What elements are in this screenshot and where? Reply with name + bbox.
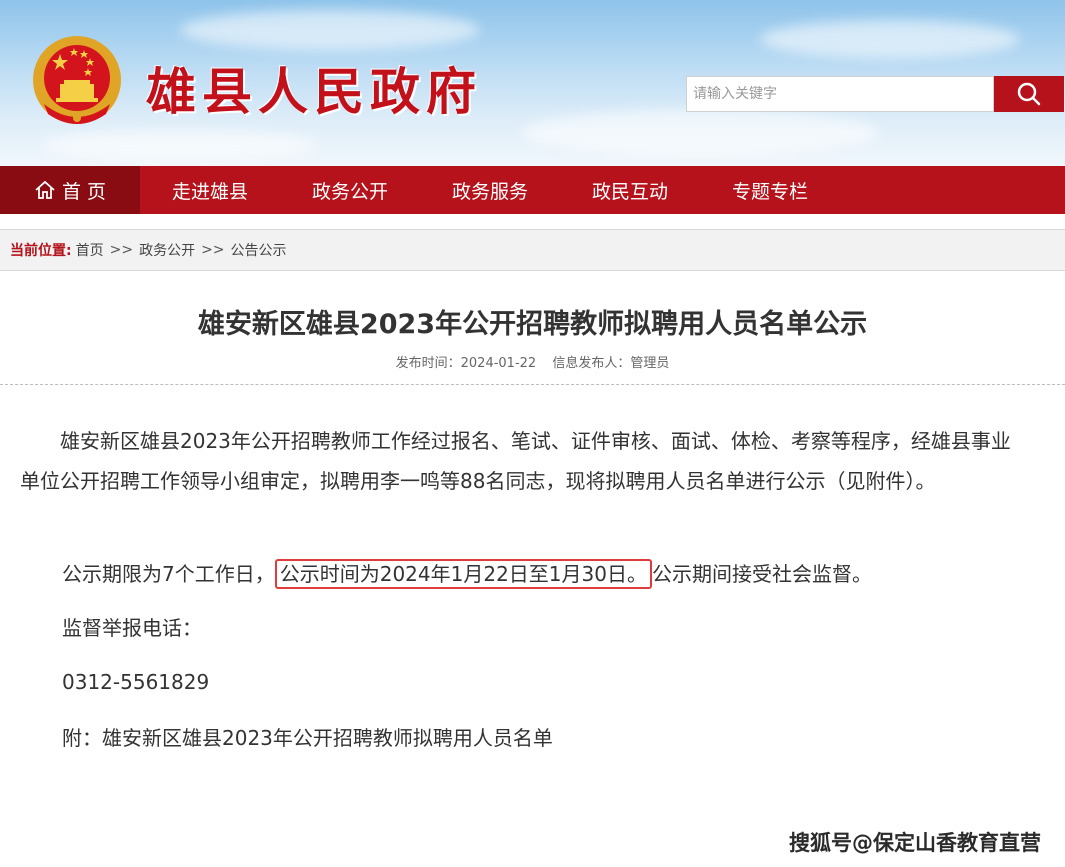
article-title: 雄安新区雄县2023年公开招聘教师拟聘用人员名单公示	[197, 309, 868, 340]
paragraph-text: 公示期间接受社会监督。	[651, 562, 872, 586]
paragraph-text: 雄安新区雄县2023年公开招聘教师工作经过报名、笔试、证件审核、面试、体检、考察…	[20, 429, 1011, 493]
breadcrumb-notice-link[interactable]: 公告公示	[231, 240, 287, 260]
site-title: 雄县人民政府	[146, 62, 482, 121]
nav-item-label: 首 页	[61, 180, 107, 203]
report-phone-label: 监督举报电话：	[62, 616, 202, 640]
watermark: 搜狐号@保定山香教育直营	[789, 831, 1041, 855]
report-phone-number: 0312-5561829	[62, 670, 210, 694]
article-meta: 发布时间：2024-01-22 信息发布人：管理员	[0, 352, 1065, 371]
search-icon	[1017, 82, 1041, 106]
article-paragraph: 雄安新区雄县2023年公开招聘教师工作经过报名、笔试、证件审核、面试、体检、考察…	[20, 421, 1030, 501]
cloud-decoration	[760, 20, 1020, 58]
cloud-decoration	[180, 10, 480, 50]
nav-item-label: 专题专栏	[731, 180, 808, 203]
nav-item-label: 政民互动	[591, 180, 668, 203]
nav-item-interaction[interactable]: 政民互动	[560, 166, 700, 214]
breadcrumb-label: 当前位置:	[10, 243, 72, 259]
nav-item-label: 政务服务	[451, 180, 528, 203]
breadcrumb-gov-affairs-link[interactable]: 政务公开	[139, 240, 195, 260]
nav-item-topics[interactable]: 专题专栏	[700, 166, 840, 214]
attachment-note[interactable]: 附：雄安新区雄县2023年公开招聘教师拟聘用人员名单	[62, 718, 553, 758]
publish-time: 发布时间：2024-01-22	[395, 356, 537, 371]
nav-item-label: 政务公开	[311, 180, 388, 203]
site-header: 雄县人民政府	[0, 0, 1065, 166]
search-button[interactable]	[994, 76, 1064, 112]
search-input[interactable]	[686, 76, 994, 112]
divider	[0, 384, 1065, 385]
breadcrumb: 当前位置: 首页 >> 政务公开 >> 公告公示	[0, 229, 1065, 271]
home-icon	[34, 180, 56, 200]
nav-item-home[interactable]: 首 页	[0, 166, 140, 214]
breadcrumb-home-link[interactable]: 首页	[76, 240, 104, 260]
publisher: 信息发布人：管理员	[552, 356, 670, 371]
nav-item-gov-affairs[interactable]: 政务公开	[280, 166, 420, 214]
main-nav: 首 页 走进雄县 政务公开 政务服务 政民互动 专题专栏	[0, 166, 1065, 214]
breadcrumb-separator: >>	[109, 242, 134, 258]
cloud-decoration	[520, 110, 880, 156]
breadcrumb-separator: >>	[201, 242, 225, 258]
nav-item-about[interactable]: 走进雄县	[140, 166, 280, 214]
paragraph-text: 公示期限为7个工作日，	[62, 562, 275, 586]
highlighted-date-range: 公示时间为2024年1月22日至1月30日。	[274, 559, 652, 589]
national-emblem-icon	[33, 36, 121, 124]
nav-item-label: 走进雄县	[171, 180, 248, 203]
cloud-decoration	[40, 130, 320, 160]
nav-item-gov-services[interactable]: 政务服务	[420, 166, 560, 214]
article-paragraph: 公示期限为7个工作日， 公示时间为2024年1月22日至1月30日。 公示期间接受社…	[62, 554, 872, 594]
